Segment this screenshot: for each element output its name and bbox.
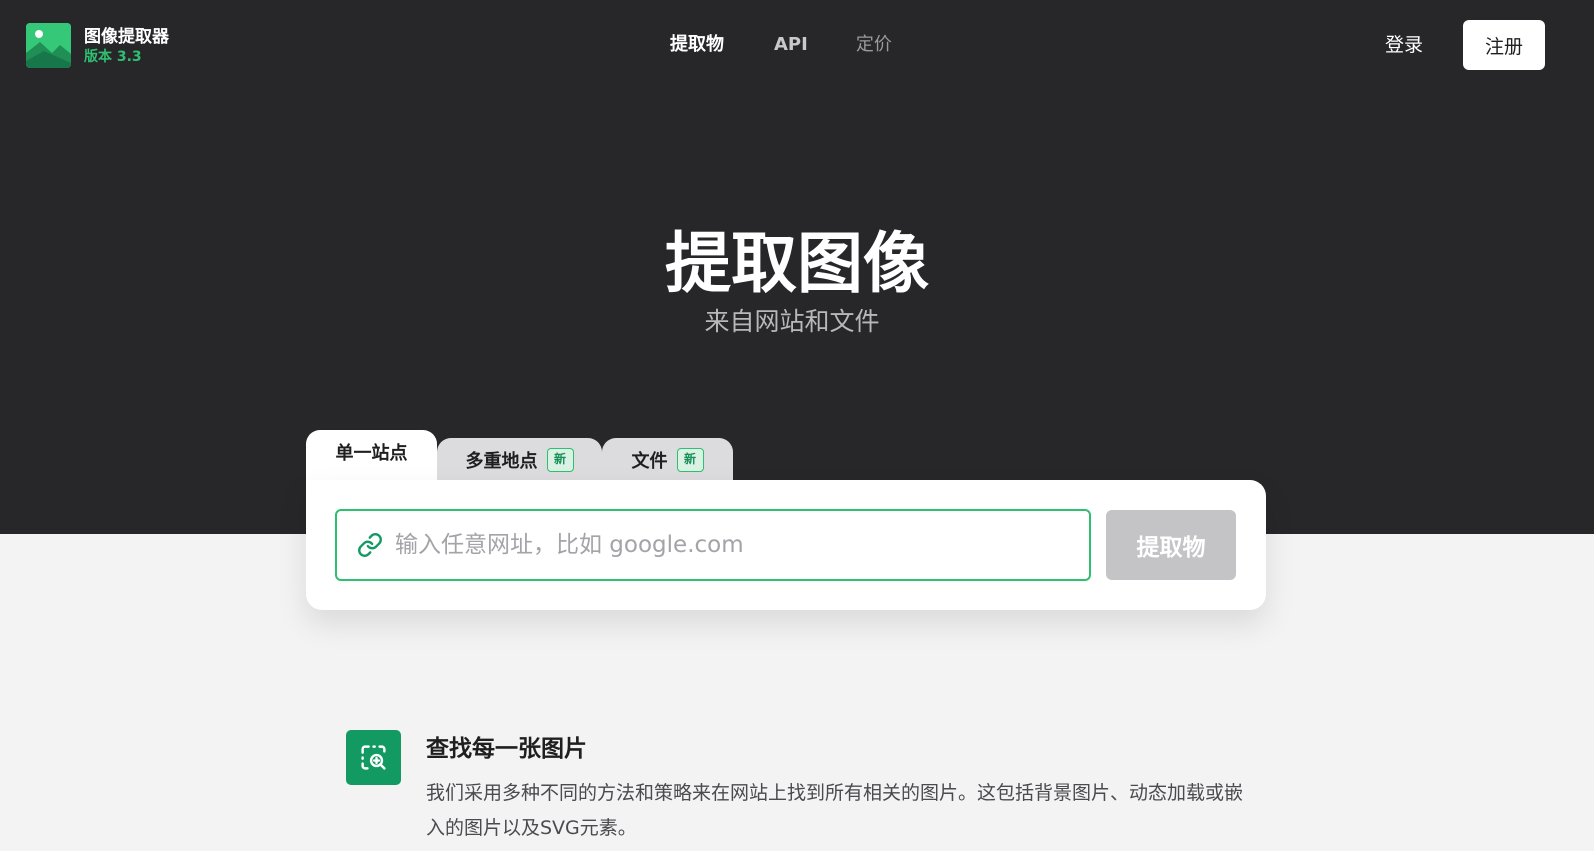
new-badge: 新 bbox=[676, 448, 704, 472]
link-icon bbox=[358, 533, 382, 557]
mountain-image-icon bbox=[26, 23, 71, 68]
signup-button[interactable]: 注册 bbox=[1463, 20, 1545, 70]
feature-title: 查找每一张图片 bbox=[426, 736, 587, 762]
nav-item-pricing[interactable]: 定价 bbox=[856, 31, 892, 59]
url-input-wrapper[interactable] bbox=[335, 509, 1091, 581]
url-input[interactable] bbox=[395, 523, 1075, 567]
extract-button[interactable]: 提取物 bbox=[1106, 510, 1236, 580]
brand-name: 图像提取器 bbox=[84, 26, 169, 47]
main-nav: 提取物 API 定价 bbox=[670, 31, 892, 59]
new-badge: 新 bbox=[546, 448, 574, 472]
image-search-icon bbox=[346, 730, 401, 785]
hero-subtitle: 来自网站和文件 bbox=[704, 307, 880, 336]
feature-description: 我们采用多种不同的方法和策略来在网站上找到所有相关的图片。这包括背景图片、动态加… bbox=[426, 782, 1244, 839]
nav-item-api[interactable]: API bbox=[774, 31, 808, 59]
login-link[interactable]: 登录 bbox=[1385, 31, 1423, 59]
nav-item-extract[interactable]: 提取物 bbox=[670, 31, 724, 59]
tab-multiple-sites[interactable]: 多重地点 新 bbox=[437, 438, 602, 482]
search-card: 提取物 bbox=[306, 480, 1266, 610]
hero-title: 提取图像 bbox=[665, 225, 929, 302]
tab-label: 文件 bbox=[631, 451, 668, 472]
tab-single-site[interactable]: 单一站点 bbox=[306, 430, 437, 482]
tab-label: 多重地点 bbox=[465, 451, 538, 472]
brand-version: 版本 3.3 bbox=[84, 48, 142, 65]
tab-files[interactable]: 文件 新 bbox=[602, 438, 733, 482]
brand[interactable]: 图像提取器 版本 3.3 bbox=[26, 23, 169, 68]
tab-label: 单一站点 bbox=[335, 443, 408, 464]
